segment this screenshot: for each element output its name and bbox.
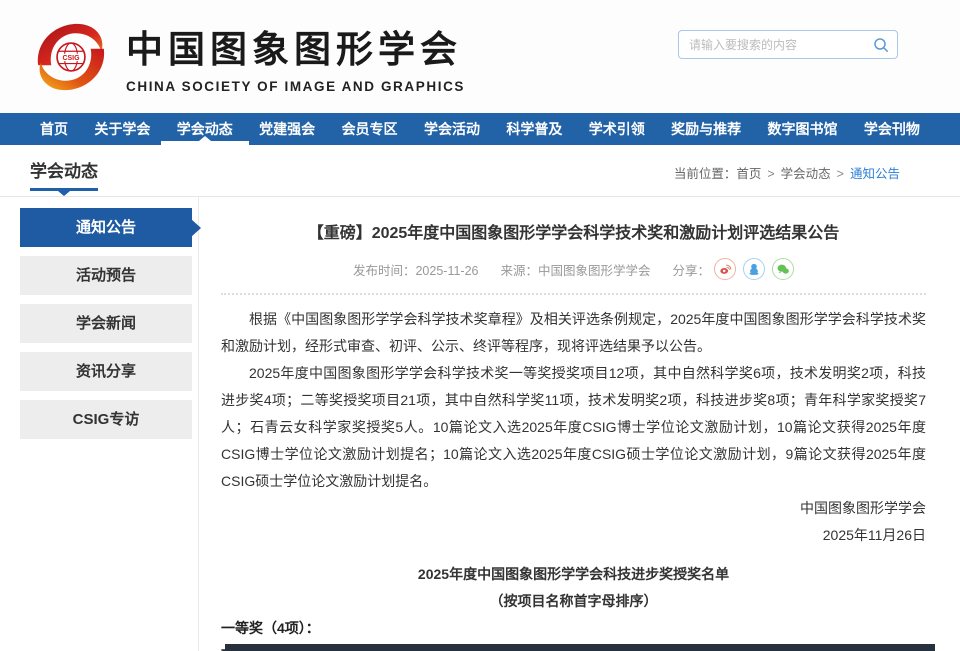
nav-item-news[interactable]: 学会动态 <box>175 113 235 145</box>
nav-item-members[interactable]: 会员专区 <box>340 113 400 145</box>
paragraph: 2025年度中国图象图形学学会科学技术奖一等奖授奖项目12项，其中自然科学奖6项… <box>221 360 926 495</box>
breadcrumb-separator: > <box>767 167 774 181</box>
page-title: 学会动态 <box>30 157 98 191</box>
signature-org: 中国图象图形学学会 <box>221 495 926 522</box>
article-title: 【重磅】2025年度中国图象图形学学会科学技术奖和激励计划评选结果公告 <box>221 219 926 243</box>
org-name-english: CHINA SOCIETY OF IMAGE AND GRAPHICS <box>126 79 465 94</box>
dotted-divider <box>221 293 926 295</box>
content-area: 通知公告 活动预告 学会新闻 资讯分享 CSIG专访 【重磅】2025年度中国图… <box>0 197 960 651</box>
sidebar-item-notices[interactable]: 通知公告 <box>20 208 192 247</box>
breadcrumb-level1[interactable]: 学会动态 <box>781 167 831 181</box>
paragraph: 根据《中国图象图形学学会科学技术奖章程》及相关评选条例规定，2025年度中国图象… <box>221 306 926 360</box>
share-buttons <box>714 258 794 280</box>
sidebar-item-info-share[interactable]: 资讯分享 <box>20 352 192 391</box>
sidebar-item-csig-interview[interactable]: CSIG专访 <box>20 400 192 439</box>
title-underline-arrow <box>58 191 70 196</box>
section-bar: 学会动态 当前位置：首页 > 学会动态 > 通知公告 <box>0 145 960 197</box>
article-meta: 发布时间：2025-11-26 来源：中国图象图形学学会 分享： <box>221 258 926 280</box>
org-name-chinese: 中国图象图形学会 <box>126 19 465 73</box>
breadcrumb-current[interactable]: 通知公告 <box>850 167 900 181</box>
article-source: 来源：中国图象图形学学会 <box>500 260 650 279</box>
share-label: 分享： <box>673 260 711 279</box>
sidebar-item-society-news[interactable]: 学会新闻 <box>20 304 192 343</box>
nav-item-publications[interactable]: 学会刊物 <box>862 113 922 145</box>
share-wechat-icon[interactable] <box>772 258 794 280</box>
nav-item-academic[interactable]: 学术引领 <box>587 113 647 145</box>
nav-item-party[interactable]: 党建强会 <box>257 113 317 145</box>
brand-block: 中国图象图形学会 CHINA SOCIETY OF IMAGE AND GRAP… <box>126 19 465 94</box>
next-section-edge <box>225 644 935 651</box>
breadcrumb-home[interactable]: 首页 <box>736 167 761 181</box>
nav-item-activities[interactable]: 学会活动 <box>422 113 482 145</box>
nav-item-science[interactable]: 科学普及 <box>504 113 564 145</box>
publish-date: 发布时间：2025-11-26 <box>353 260 479 279</box>
sidebar-item-previews[interactable]: 活动预告 <box>20 256 192 295</box>
share-qq-icon[interactable] <box>743 258 765 280</box>
main-nav: 首页 关于学会 学会动态 党建强会 会员专区 学会活动 科学普及 学术引领 奖励… <box>0 113 960 145</box>
nav-item-about[interactable]: 关于学会 <box>92 113 152 145</box>
csig-logo-icon: CSIG <box>30 14 112 100</box>
breadcrumb-prefix: 当前位置： <box>674 167 737 181</box>
article-body: 根据《中国图象图形学学会科学技术奖章程》及相关评选条例规定，2025年度中国图象… <box>221 306 926 651</box>
award-list-title: 2025年度中国图象图形学学会科技进步奖授奖名单 <box>221 561 926 588</box>
search-input[interactable] <box>689 38 873 52</box>
award-list-subtitle: （按项目名称首字母排序） <box>221 588 926 615</box>
breadcrumb: 当前位置：首页 > 学会动态 > 通知公告 <box>674 163 900 182</box>
spacer <box>221 549 926 561</box>
share-weibo-icon[interactable] <box>714 258 736 280</box>
sidebar: 通知公告 活动预告 学会新闻 资讯分享 CSIG专访 <box>0 197 198 651</box>
nav-item-home[interactable]: 首页 <box>38 113 70 145</box>
search-icon[interactable] <box>873 37 889 53</box>
signature-date: 2025年11月26日 <box>221 522 926 549</box>
nav-item-awards[interactable]: 奖励与推荐 <box>669 113 743 145</box>
logo-text: CSIG <box>62 54 79 61</box>
nav-item-library[interactable]: 数字图书馆 <box>766 113 840 145</box>
breadcrumb-separator: > <box>837 167 844 181</box>
award-tier: 一等奖（4项）： <box>221 615 926 642</box>
search-box[interactable] <box>678 30 898 59</box>
article-panel: 【重磅】2025年度中国图象图形学学会科学技术奖和激励计划评选结果公告 发布时间… <box>198 197 960 651</box>
site-header: CSIG 中国图象图形学会 CHINA SOCIETY OF IMAGE AND… <box>0 0 960 113</box>
